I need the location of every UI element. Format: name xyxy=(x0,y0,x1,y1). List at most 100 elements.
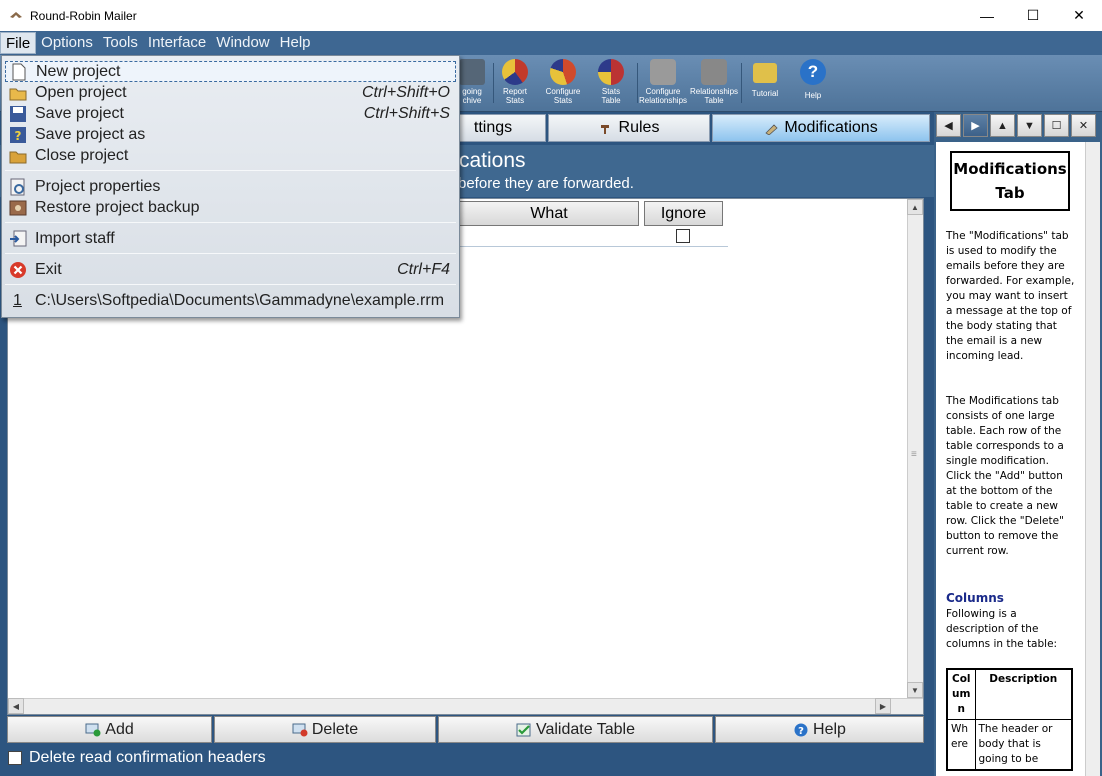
exit-icon xyxy=(9,261,27,279)
menu-item-label: Close project xyxy=(35,146,129,164)
menu-save-project-as[interactable]: ? Save project as xyxy=(5,124,456,145)
toolbar-label: going chive xyxy=(462,87,482,105)
close-button[interactable]: ✕ xyxy=(1056,0,1102,31)
help-back-icon[interactable]: ◀ xyxy=(936,114,961,137)
add-button[interactable]: Add xyxy=(7,716,212,743)
configure-stats-icon xyxy=(550,59,576,85)
tab-label: Modifications xyxy=(784,119,878,136)
help-paragraph: Following is a description of the column… xyxy=(946,608,1058,650)
page-subtitle: before they are forwarded. xyxy=(458,175,634,192)
menu-close-project[interactable]: Close project xyxy=(5,145,456,166)
scroll-down-arrow-icon[interactable]: ▼ xyxy=(907,682,923,698)
help-vertical-scrollbar[interactable] xyxy=(1085,142,1100,776)
horizontal-scrollbar[interactable]: ◀ ▶ xyxy=(8,698,923,714)
toolbar-label: Help xyxy=(804,91,822,100)
menu-interface[interactable]: Interface xyxy=(143,32,211,54)
svg-text:?: ? xyxy=(798,726,804,737)
column-header-what[interactable]: What xyxy=(459,201,639,226)
delete-button[interactable]: Delete xyxy=(214,716,436,743)
delete-read-confirmation-checkbox[interactable] xyxy=(8,751,22,765)
relationships-table-button[interactable]: Relationships Table xyxy=(689,57,739,109)
archive-icon xyxy=(459,59,485,85)
stats-table-button[interactable]: Stats Table xyxy=(586,57,636,109)
help-close-icon[interactable]: ✕ xyxy=(1071,114,1096,137)
menu-window[interactable]: Window xyxy=(211,32,274,54)
menu-shortcut: Ctrl+F4 xyxy=(397,260,450,278)
scroll-grip-icon: ≡ xyxy=(911,449,917,460)
help-document[interactable]: Modifications Tab The "Modifications" ta… xyxy=(936,142,1100,776)
help-table-cell: Wh ere xyxy=(946,719,976,771)
menu-open-project[interactable]: Open project Ctrl+Shift+O xyxy=(5,82,456,103)
file-menu-dropdown: New project Open project Ctrl+Shift+O Sa… xyxy=(1,55,460,318)
menu-restore-backup[interactable]: Restore project backup xyxy=(5,197,456,218)
help-forward-icon[interactable]: ▶ xyxy=(963,114,988,137)
menu-separator xyxy=(5,284,456,285)
menu-recent-file[interactable]: 1 C:\Users\Softpedia\Documents\Gammadyne… xyxy=(5,290,456,311)
backup-icon xyxy=(9,199,27,217)
menu-import-staff[interactable]: Import staff xyxy=(5,228,456,249)
delete-row-icon xyxy=(292,723,308,737)
column-header-ignore[interactable]: Ignore xyxy=(644,201,723,226)
report-stats-button[interactable]: Report Stats xyxy=(490,57,540,109)
menu-file[interactable]: File xyxy=(0,32,37,54)
pencil-icon xyxy=(764,122,780,136)
vertical-scrollbar[interactable]: ▲ ≡ ▼ xyxy=(907,199,923,714)
menu-separator xyxy=(5,170,456,171)
help-title: Modifications Tab xyxy=(950,151,1070,211)
app-icon xyxy=(10,11,22,18)
menu-separator xyxy=(5,222,456,223)
handshake-icon xyxy=(650,59,676,85)
menu-shortcut: Ctrl+Shift+S xyxy=(363,104,450,122)
title-bar: Round-Robin Mailer — ☐ ✕ xyxy=(0,0,1102,31)
delete-button-label: Delete xyxy=(311,720,359,738)
tutorial-button[interactable]: Tutorial xyxy=(740,57,790,109)
report-stats-icon xyxy=(502,59,528,85)
window-title: Round-Robin Mailer xyxy=(30,8,137,23)
scroll-left-arrow-icon[interactable]: ◀ xyxy=(8,698,24,714)
scroll-up-arrow-icon[interactable]: ▲ xyxy=(907,199,923,215)
tab-modifications[interactable]: Modifications xyxy=(712,114,930,142)
menu-save-project[interactable]: Save project Ctrl+Shift+S xyxy=(5,103,456,124)
menu-options[interactable]: Options xyxy=(36,32,98,54)
tab-label: ttings xyxy=(473,119,513,136)
import-icon xyxy=(9,230,27,248)
scroll-right-arrow-icon[interactable]: ▶ xyxy=(875,698,891,714)
maximize-button[interactable]: ☐ xyxy=(1010,0,1056,31)
configure-relationships-button[interactable]: Configure Relationships xyxy=(638,57,688,109)
help-toolbar-button[interactable]: ? Help xyxy=(788,57,838,109)
checkmark-icon xyxy=(516,723,532,737)
validate-table-button[interactable]: Validate Table xyxy=(438,716,713,743)
menu-exit[interactable]: Exit Ctrl+F4 xyxy=(5,259,456,280)
minimize-button[interactable]: — xyxy=(964,0,1010,31)
menu-item-label: Save project xyxy=(35,104,124,122)
delete-read-confirmation-label: Delete read confirmation headers xyxy=(29,749,266,766)
menu-help[interactable]: Help xyxy=(275,32,316,54)
delete-read-confirmation-option[interactable]: Delete read confirmation headers xyxy=(8,749,266,767)
toolbar-label: Relationships Table xyxy=(689,87,739,105)
help-up-icon[interactable]: ▲ xyxy=(990,114,1015,137)
help-icon: ? xyxy=(793,723,809,737)
tab-rules[interactable]: Rules xyxy=(548,114,710,142)
book-icon xyxy=(753,63,777,83)
validate-button-label: Validate Table xyxy=(535,720,636,738)
save-disk-icon xyxy=(9,105,27,123)
menu-item-label: Project properties xyxy=(35,177,161,195)
ignore-checkbox[interactable] xyxy=(676,229,690,243)
configure-stats-button[interactable]: Configure Stats xyxy=(538,57,588,109)
open-folder-icon xyxy=(9,84,27,102)
help-maximize-icon[interactable]: ☐ xyxy=(1044,114,1069,137)
menu-new-project[interactable]: New project xyxy=(5,61,456,82)
help-down-icon[interactable]: ▼ xyxy=(1017,114,1042,137)
svg-text:?: ? xyxy=(15,129,22,143)
menu-tools[interactable]: Tools xyxy=(98,32,143,54)
help-icon: ? xyxy=(800,59,826,85)
help-button[interactable]: ? Help xyxy=(715,716,924,743)
help-table-cell: The header or body that is going to be xyxy=(974,719,1073,771)
tab-label: Rules xyxy=(618,119,660,136)
menu-project-properties[interactable]: Project properties xyxy=(5,176,456,197)
menu-item-label: Restore project backup xyxy=(35,198,200,216)
help-columns-table: Col um n Description Wh ere The header o… xyxy=(946,668,1073,771)
help-button-label: Help xyxy=(813,720,846,738)
menu-shortcut: Ctrl+Shift+O xyxy=(361,83,450,101)
menu-item-label: Exit xyxy=(35,260,62,278)
